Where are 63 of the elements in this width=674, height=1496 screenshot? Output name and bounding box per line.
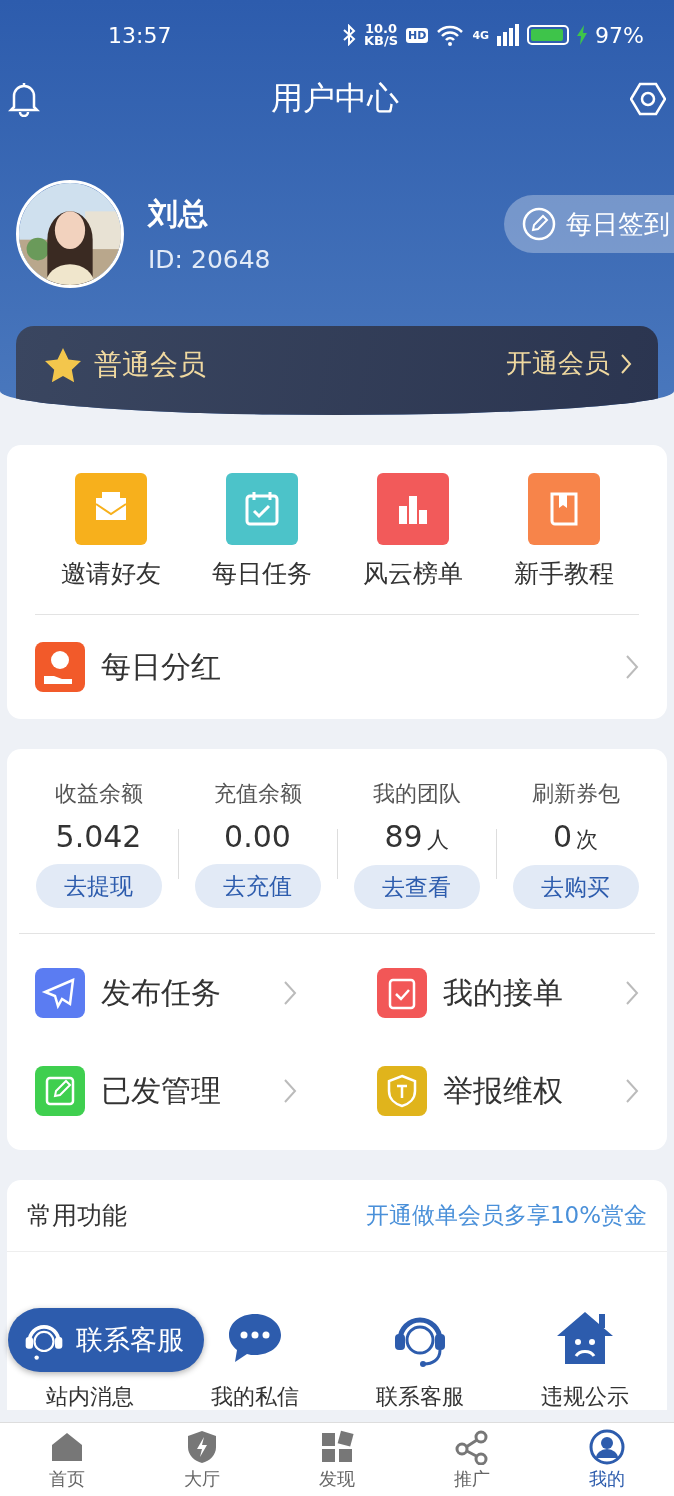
open-membership-link[interactable]: 开通会员 bbox=[506, 346, 632, 381]
tab[interactable]: 首页 bbox=[0, 1423, 135, 1496]
tab[interactable]: 大厅 bbox=[134, 1423, 270, 1496]
charging-icon bbox=[577, 25, 588, 45]
balance-value: 89 bbox=[384, 819, 423, 854]
function-item[interactable]: 站内消息 bbox=[45, 1382, 134, 1412]
balance-action-button[interactable]: 去提现 bbox=[35, 864, 162, 908]
task-link[interactable]: 举报维权 bbox=[377, 1042, 639, 1140]
tab[interactable]: 推广 bbox=[404, 1423, 540, 1496]
share-icon bbox=[453, 1428, 490, 1465]
task-link[interactable]: 发布任务 bbox=[35, 944, 297, 1042]
balance-label: 刷新券包 bbox=[531, 780, 620, 808]
grid-icon bbox=[319, 1428, 355, 1465]
battery-percent: 97% bbox=[595, 22, 644, 48]
chevron-icon bbox=[283, 980, 297, 1006]
quick-action[interactable]: 新手教程 bbox=[488, 473, 639, 590]
balance-label: 收益余额 bbox=[54, 780, 143, 808]
star-icon bbox=[44, 347, 82, 383]
chevron-icon bbox=[625, 1078, 639, 1104]
balance-value: 5.042 bbox=[55, 819, 142, 854]
page-title: 用户中心 bbox=[271, 78, 399, 119]
network-speed: 10.0 bbox=[364, 23, 398, 35]
chevron-icon bbox=[625, 654, 639, 680]
function-item[interactable]: 我的私信 bbox=[210, 1308, 299, 1412]
section-title: 常用功能 bbox=[27, 1200, 127, 1232]
chevron-icon bbox=[625, 980, 639, 1006]
function-item[interactable]: 联系客服 bbox=[375, 1308, 464, 1412]
network-type: 4G bbox=[472, 28, 490, 42]
hd-badge: HD bbox=[406, 27, 429, 43]
balance-action-button[interactable]: 去充值 bbox=[194, 864, 321, 908]
speed-unit: KB/S bbox=[363, 35, 399, 47]
balance-unit: 次 bbox=[576, 826, 599, 854]
floating-support-button[interactable]: 联系客服 bbox=[8, 1308, 204, 1372]
task-link[interactable]: 我的接单 bbox=[377, 944, 639, 1042]
battery-icon bbox=[527, 25, 570, 45]
quick-action[interactable]: 邀请好友 bbox=[35, 473, 186, 590]
membership-level: 普通会员 bbox=[94, 347, 206, 383]
chevron-icon bbox=[620, 352, 632, 375]
bluetooth-icon bbox=[341, 24, 356, 46]
task-link[interactable]: 已发管理 bbox=[35, 1042, 297, 1140]
bell-icon[interactable] bbox=[8, 81, 40, 117]
balance-value: 0 bbox=[552, 819, 573, 854]
balance-unit: 人 bbox=[426, 826, 449, 854]
wifi-icon bbox=[436, 24, 465, 46]
quick-action[interactable]: 每日任务 bbox=[186, 473, 337, 590]
chevron-icon bbox=[283, 1078, 297, 1104]
balance-label: 我的团队 bbox=[372, 780, 461, 808]
user-icon bbox=[588, 1428, 625, 1465]
settings-icon[interactable] bbox=[630, 81, 666, 117]
signal-icon bbox=[497, 24, 520, 46]
tab[interactable]: 我的 bbox=[539, 1423, 674, 1496]
dividend-row[interactable]: 每日分红 bbox=[35, 615, 639, 719]
user-name: 刘总 bbox=[148, 195, 209, 233]
balance-action-button[interactable]: 去购买 bbox=[512, 865, 639, 909]
user-id: ID: 20648 bbox=[148, 245, 272, 274]
balance-label: 充值余额 bbox=[213, 780, 302, 808]
tab[interactable]: 发现 bbox=[269, 1423, 405, 1496]
pencil-icon bbox=[522, 207, 556, 241]
quick-action[interactable]: 风云榜单 bbox=[337, 473, 488, 590]
function-item[interactable]: 违规公示 bbox=[540, 1308, 629, 1412]
balance-value: 0.00 bbox=[224, 819, 291, 854]
balance-action-button[interactable]: 去查看 bbox=[353, 865, 480, 909]
status-time: 13:57 bbox=[108, 22, 173, 48]
